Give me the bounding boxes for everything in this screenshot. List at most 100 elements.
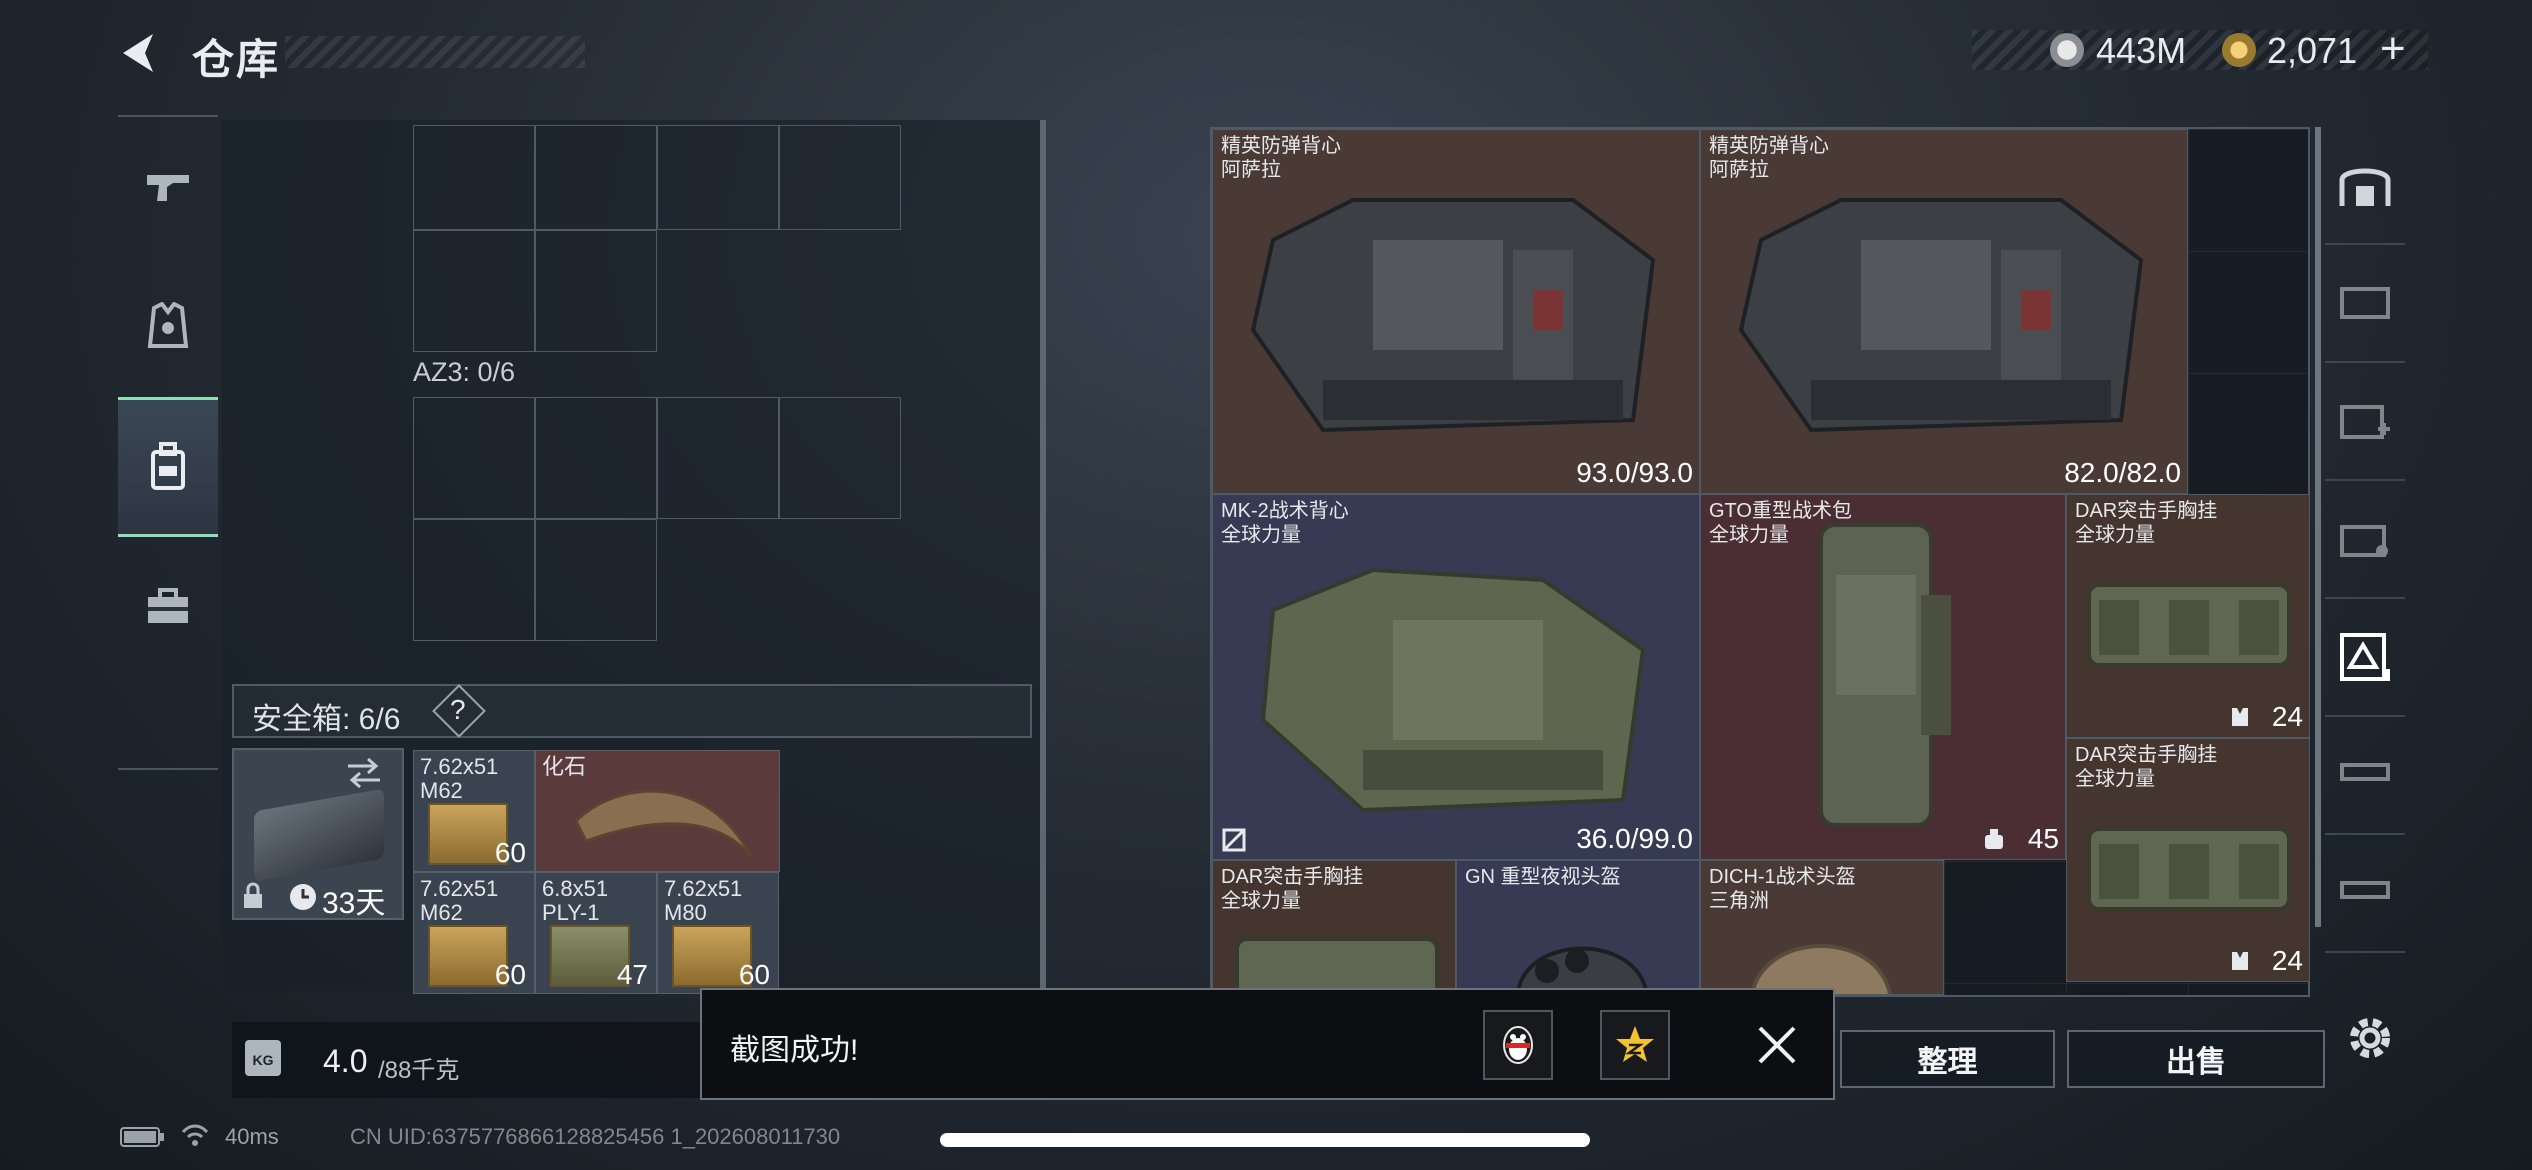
tool-item-weapon-case-1[interactable] xyxy=(2325,717,2405,835)
add-currency-button[interactable]: + xyxy=(2380,24,2406,74)
item-name: 7.62x51 M62 xyxy=(420,754,499,803)
backpack-icon xyxy=(151,442,185,490)
home-indicator[interactable] xyxy=(940,1133,1590,1147)
stash-scrollbar[interactable] xyxy=(2315,127,2321,927)
rail-item-gear[interactable] xyxy=(118,257,218,397)
weight-panel xyxy=(232,1022,702,1098)
stash-item-dar-rig-1[interactable]: DAR突击手胸挂 全球力量 24 xyxy=(2066,494,2310,738)
tool-item-home[interactable] xyxy=(2325,127,2405,245)
vest-icon xyxy=(147,302,189,348)
stash-item-elite-vest-2[interactable]: 精英防弹背心 阿萨拉 82.0/82.0 xyxy=(1700,129,2188,494)
item-count: 45 xyxy=(2027,823,2059,854)
vest-image xyxy=(1738,198,2144,433)
stash-item-mk2-vest[interactable]: MK-2战术背心 全球力量 36.0/99.0 xyxy=(1212,494,1700,860)
help-icon: ? xyxy=(450,694,466,725)
wifi-icon xyxy=(181,1124,209,1146)
chest-rig-capacity-icon xyxy=(2232,708,2248,726)
stash-item-dich1-helmet[interactable]: DICH-1战术头盔 三角洲 xyxy=(1700,860,1944,995)
rail-item-supplies[interactable] xyxy=(118,537,218,677)
item-name: 精英防弹背心 阿萨拉 xyxy=(1221,135,1341,181)
gear-icon xyxy=(2350,1018,2390,1058)
item-count: 60 xyxy=(494,959,526,990)
item-count: 47 xyxy=(616,959,648,990)
item-name: 6.8x51 PLY-1 xyxy=(542,876,609,925)
item-count: 60 xyxy=(494,837,526,868)
tool-item-medical[interactable] xyxy=(2325,363,2405,481)
currency-gold-value: 2,071 xyxy=(2267,30,2358,71)
chest-rig-capacity-icon xyxy=(2232,952,2248,970)
container-grid-top xyxy=(413,125,903,355)
tool-item-weapon-case-2[interactable] xyxy=(2325,835,2405,953)
title-decoration xyxy=(285,36,585,68)
back-button[interactable] xyxy=(115,28,165,78)
battery-icon xyxy=(120,1127,164,1147)
silver-coin-icon xyxy=(2050,33,2084,67)
currency-silver-value: 443M xyxy=(2096,30,2187,71)
stash-page-rail xyxy=(2325,127,2405,1027)
container-az3-label: AZ3: 0/6 xyxy=(413,357,516,387)
safe-box-label: 安全箱: 6/6 xyxy=(252,703,401,736)
stash-home-icon xyxy=(2339,168,2391,206)
back-arrow-icon xyxy=(123,34,153,72)
secure-case-slot[interactable]: 33天 xyxy=(232,748,404,920)
qq-penguin-icon xyxy=(1503,1026,1533,1064)
item-count: 24 xyxy=(2271,701,2303,732)
weight-max: /88千克 xyxy=(378,1057,460,1084)
item-name: 7.62x51 M80 xyxy=(664,876,743,925)
no-repair-icon xyxy=(1222,828,1246,852)
category-rail xyxy=(118,115,218,770)
tool-item-gti[interactable] xyxy=(2325,481,2405,599)
ammo-slot-1[interactable]: 7.62x51 M62 60 xyxy=(413,750,535,872)
page-title: 仓库 xyxy=(192,36,281,83)
swap-icon xyxy=(348,757,380,789)
sort-button[interactable]: 整理 xyxy=(1840,1030,2055,1088)
backpack-image xyxy=(1819,523,1951,827)
stash-item-nv-helmet[interactable]: GN 重型夜视头盔 xyxy=(1456,860,1700,995)
weapon-case-icon xyxy=(2340,763,2390,781)
tool-item-gear-case[interactable] xyxy=(2325,599,2405,717)
ammo-slot-2[interactable]: 7.62x51 M62 60 xyxy=(413,872,535,994)
share-qq-button[interactable] xyxy=(1483,1010,1553,1080)
item-name: 精英防弹背心 阿萨拉 xyxy=(1709,135,1829,181)
player-uid: CN UID:6375776866128825456 1_20260801173… xyxy=(350,1124,841,1149)
ammo-slot-3[interactable]: 6.8x51 PLY-1 47 xyxy=(535,872,657,994)
item-name: DAR突击手胸挂 全球力量 xyxy=(2075,500,2218,546)
item-name: DAR突击手胸挂 全球力量 xyxy=(1221,866,1364,912)
stash-item-elite-vest-1[interactable]: 精英防弹背心 阿萨拉 93.0/93.0 xyxy=(1212,129,1700,494)
stash-item-gto-pack[interactable]: GTO重型战术包 全球力量 45 xyxy=(1700,494,2066,860)
gun-icon xyxy=(147,175,189,201)
rail-item-backpack[interactable] xyxy=(118,397,218,537)
item-count: 60 xyxy=(738,959,770,990)
settings-button[interactable] xyxy=(2342,1010,2398,1066)
fossil-slot[interactable]: 化石 xyxy=(535,750,780,872)
share-qzone-button[interactable] xyxy=(1600,1010,1670,1080)
item-name: DAR突击手胸挂 全球力量 xyxy=(2075,744,2218,790)
rail-item-weapons[interactable] xyxy=(118,117,218,257)
weight-current: 4.0 xyxy=(323,1043,368,1079)
ammo-slot-4[interactable]: 7.62x51 M80 60 xyxy=(657,872,779,994)
chest-rig-image xyxy=(1235,937,1439,994)
secure-case-image xyxy=(254,788,384,882)
medical-case-icon xyxy=(2340,405,2390,439)
gold-coin-icon xyxy=(2222,33,2256,67)
vest-image xyxy=(1260,567,1646,813)
toolbox-icon xyxy=(148,588,188,623)
stash-item-dar-rig-2[interactable]: DAR突击手胸挂 全球力量 24 xyxy=(2066,738,2310,982)
fossil-claw-icon xyxy=(574,789,753,857)
weight-icon: KG xyxy=(245,1040,281,1076)
helmet-image xyxy=(1515,946,1649,994)
toast-message: 截图成功! xyxy=(730,1034,859,1067)
tool-item-page-2[interactable] xyxy=(2325,245,2405,363)
secure-case-days: 33天 xyxy=(322,887,386,920)
inventory-scrollbar[interactable] xyxy=(1040,120,1046,990)
toast-close-button[interactable] xyxy=(1752,1020,1802,1070)
capacity-icon xyxy=(1985,829,2003,849)
stash-item-dar-rig-3[interactable]: DAR突击手胸挂 全球力量 xyxy=(1212,860,1456,995)
helmet-image xyxy=(1750,944,1892,994)
sell-button[interactable]: 出售 xyxy=(2067,1030,2325,1088)
container-icon xyxy=(2340,287,2390,319)
lock-icon xyxy=(244,882,262,908)
item-name: GN 重型夜视头盔 xyxy=(1465,866,1621,888)
durability: 82.0/82.0 xyxy=(2064,457,2181,488)
chest-rig-image xyxy=(2087,827,2291,911)
